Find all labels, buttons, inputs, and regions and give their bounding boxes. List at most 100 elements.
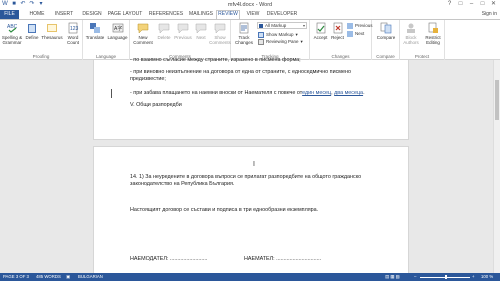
document-page[interactable]: 14. 1) За неуредените в договора въпроси… bbox=[93, 146, 409, 273]
word-count[interactable]: 485 WORDS bbox=[36, 273, 61, 281]
compare-button[interactable]: Compare bbox=[374, 22, 398, 40]
document-area[interactable]: - по взаимно съгласие между страните, из… bbox=[0, 57, 500, 273]
vertical-scrollbar[interactable] bbox=[493, 60, 500, 273]
close-icon[interactable]: ✕ bbox=[489, 0, 498, 9]
tab-review[interactable]: REVIEW bbox=[216, 10, 240, 19]
new-comment-button[interactable]: New Comment bbox=[132, 22, 154, 45]
ribbon-display-icon[interactable]: □ bbox=[456, 0, 465, 9]
chevron-down-icon: ▾ bbox=[302, 23, 305, 28]
tab-references[interactable]: REFERENCES bbox=[147, 10, 185, 19]
spelling-icon: ABC bbox=[6, 22, 18, 34]
word-count-button[interactable]: 123 Word Count bbox=[64, 22, 82, 45]
title-bar: W ■ ↶ ↷ ▾ mfv4l.docx - Word ? □ – □ ✕ bbox=[0, 0, 500, 10]
block-authors-icon bbox=[405, 22, 417, 34]
reject-icon bbox=[332, 22, 344, 34]
svg-text:ABC: ABC bbox=[7, 24, 18, 30]
show-markup-button[interactable]: Show Markup ▾ bbox=[258, 31, 298, 38]
previous-comment-button[interactable]: Previous bbox=[173, 22, 193, 40]
group-protect: Block Authors Restrict Editing Protect bbox=[400, 20, 445, 60]
tab-page-layout[interactable]: PAGE LAYOUT bbox=[106, 10, 144, 19]
delete-comment-button[interactable]: Delete bbox=[155, 22, 173, 40]
markup-icon bbox=[259, 24, 263, 28]
reviewing-pane-button[interactable]: Reviewing Pane ▾ bbox=[258, 38, 303, 45]
track-changes-icon bbox=[238, 22, 250, 34]
define-button[interactable]: Define bbox=[24, 22, 40, 40]
view-mode-icons[interactable]: ▤ ▦ ▧ bbox=[385, 273, 400, 281]
group-tracking: Track Changes All Markup ▾ Show Markup ▾… bbox=[231, 20, 310, 60]
tracked-insertion[interactable]: един месец bbox=[302, 90, 331, 96]
tab-insert[interactable]: INSERT bbox=[51, 10, 77, 19]
proofing-icon[interactable]: ▣ bbox=[66, 273, 70, 281]
maximize-icon[interactable]: □ bbox=[478, 0, 487, 9]
tab-home[interactable]: HOME bbox=[26, 10, 48, 19]
document-paragraph[interactable]: законодателство на Република България. bbox=[130, 181, 380, 188]
section-heading[interactable]: V. Общи разпоредби bbox=[130, 102, 380, 109]
tab-mailings[interactable]: MAILINGS bbox=[187, 10, 215, 19]
document-paragraph[interactable]: предизвестие; bbox=[130, 76, 380, 83]
group-proofing: ABC Spelling & Grammar Define Thesaurus … bbox=[0, 20, 83, 60]
page-count[interactable]: PAGE 3 OF 3 bbox=[3, 273, 29, 281]
next-change-button[interactable]: Next bbox=[347, 30, 364, 37]
accept-icon bbox=[315, 22, 327, 34]
tab-developer[interactable]: DEVELOPER bbox=[265, 10, 299, 19]
zoom-level[interactable]: 100 % bbox=[481, 273, 493, 281]
tab-design[interactable]: DESIGN bbox=[79, 10, 105, 19]
revision-bar bbox=[111, 89, 112, 98]
display-for-review-dropdown[interactable]: All Markup ▾ bbox=[257, 22, 307, 29]
status-bar: PAGE 3 OF 3 485 WORDS ▣ BULGARIAN ▤ ▦ ▧ … bbox=[0, 273, 500, 281]
previous-change-icon bbox=[347, 22, 353, 29]
scrollbar-thumb[interactable] bbox=[495, 80, 499, 120]
next-change-icon bbox=[347, 30, 353, 37]
svg-text:A字: A字 bbox=[114, 25, 122, 32]
document-paragraph[interactable]: 14. 1) За неуредените в договора въпроси… bbox=[130, 174, 380, 181]
language-status[interactable]: BULGARIAN bbox=[78, 273, 103, 281]
translate-button[interactable]: Translate bbox=[84, 22, 106, 40]
document-paragraph[interactable]: - при забава плащането на наемни вноски … bbox=[130, 90, 400, 97]
document-paragraph[interactable]: Настоящият договор се състави и подписа … bbox=[130, 207, 380, 214]
reviewing-pane-icon bbox=[258, 38, 264, 45]
language-button[interactable]: A字 Language bbox=[106, 22, 129, 40]
show-comments-button[interactable]: Show Comments bbox=[209, 22, 231, 45]
sign-in-link[interactable]: Sign in bbox=[482, 10, 497, 19]
group-changes: Accept Reject Previous Next Changes bbox=[310, 20, 373, 60]
previous-change-button[interactable]: Previous bbox=[347, 22, 373, 29]
signature-tenant[interactable]: НАЕМАТЕЛ: .............................. bbox=[244, 256, 364, 263]
help-icon[interactable]: ? bbox=[445, 0, 454, 9]
show-comments-icon bbox=[214, 22, 226, 34]
svg-text:123: 123 bbox=[70, 26, 79, 32]
spelling-grammar-button[interactable]: ABC Spelling & Grammar bbox=[1, 22, 23, 45]
accept-button[interactable]: Accept bbox=[312, 22, 329, 40]
minimize-icon[interactable]: – bbox=[467, 0, 476, 9]
block-authors-button[interactable]: Block Authors bbox=[401, 22, 421, 45]
chevron-down-icon: ▾ bbox=[295, 32, 298, 37]
restrict-editing-button[interactable]: Restrict Editing bbox=[422, 22, 444, 45]
compare-icon bbox=[380, 22, 392, 34]
book-icon bbox=[26, 22, 38, 34]
zoom-out-icon[interactable]: – bbox=[414, 273, 416, 281]
tab-file[interactable]: FILE bbox=[0, 10, 19, 19]
document-page[interactable]: - по взаимно съгласие между страните, из… bbox=[93, 57, 409, 140]
group-language: Translate A字 Language Language bbox=[83, 20, 130, 60]
signature-landlord[interactable]: НАЕМОДАТЕЛ: ......................... bbox=[130, 256, 240, 263]
group-compare: Compare Compare bbox=[372, 20, 400, 60]
text-cursor-icon: I bbox=[253, 161, 255, 168]
thesaurus-button[interactable]: Thesaurus bbox=[40, 22, 64, 40]
zoom-in-icon[interactable]: + bbox=[472, 273, 475, 281]
delete-comment-icon bbox=[158, 22, 170, 34]
zoom-slider-handle[interactable] bbox=[445, 275, 447, 279]
translate-icon bbox=[89, 22, 101, 34]
tab-view[interactable]: VIEW bbox=[243, 10, 263, 19]
tracked-insertion[interactable]: два месеца bbox=[334, 90, 363, 96]
document-paragraph[interactable]: - по взаимно съгласие между страните, из… bbox=[130, 57, 380, 64]
next-comment-button[interactable]: Next bbox=[193, 22, 209, 40]
next-comment-icon bbox=[195, 22, 207, 34]
ribbon-review: ABC Spelling & Grammar Define Thesaurus … bbox=[0, 19, 500, 60]
document-paragraph[interactable]: - при виновно неизпълнение на договора о… bbox=[130, 69, 380, 76]
lock-icon bbox=[427, 22, 439, 34]
word-window: W ■ ↶ ↷ ▾ mfv4l.docx - Word ? □ – □ ✕ FI… bbox=[0, 0, 500, 281]
reject-button[interactable]: Reject bbox=[329, 22, 346, 40]
window-title: mfv4l.docx - Word bbox=[227, 2, 273, 8]
new-comment-icon bbox=[137, 22, 149, 34]
window-controls: ? □ – □ ✕ bbox=[445, 0, 498, 9]
track-changes-button[interactable]: Track Changes bbox=[233, 22, 255, 45]
